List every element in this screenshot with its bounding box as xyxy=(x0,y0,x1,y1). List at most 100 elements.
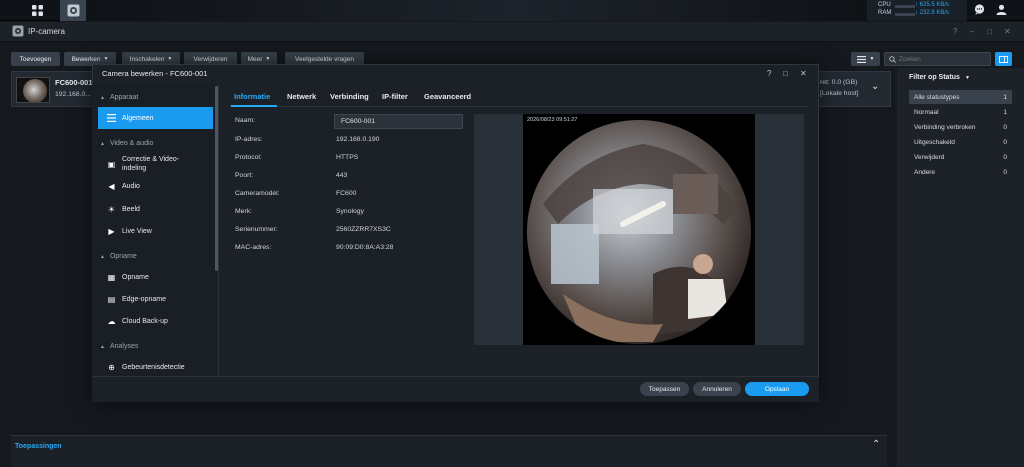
grid-icon xyxy=(31,5,43,16)
nav-item-image[interactable]: ☀ Beeld xyxy=(98,198,213,220)
tab-connection[interactable]: Verbinding xyxy=(330,92,369,101)
port-value: 443 xyxy=(336,172,348,179)
model-value: FC600 xyxy=(336,190,357,197)
tab-information[interactable]: Informatie xyxy=(234,92,270,101)
chevron-up-icon: ▲ xyxy=(100,253,105,260)
app-close-button[interactable]: ✕ xyxy=(1004,27,1011,36)
camera-preview xyxy=(523,114,755,345)
dialog-maximize-button[interactable]: □ xyxy=(783,69,788,78)
main-menu-button[interactable] xyxy=(24,0,50,21)
chevron-down-icon: ▼ xyxy=(869,56,875,62)
nav-item-cloud-backup[interactable]: ☁ Cloud Back-up xyxy=(98,310,213,332)
camera-name: FC600-001 xyxy=(55,78,93,87)
app-minimize-button[interactable]: – xyxy=(970,27,974,36)
ram-bar xyxy=(895,13,915,16)
nav-scrollbar[interactable] xyxy=(215,86,218,271)
tab-ip-filter[interactable]: IP-filter xyxy=(382,92,408,101)
panel-icon xyxy=(999,55,1008,63)
filter-title-label: Filter op Status xyxy=(909,74,960,81)
chevron-down-icon: ▼ xyxy=(265,56,271,62)
filter-item-normal[interactable]: Normaal 1 xyxy=(909,105,1012,119)
apply-button-label: Toepassen xyxy=(648,385,681,393)
nav-item-audio[interactable]: ◀ Audio xyxy=(98,175,213,197)
app-maximize-button[interactable]: □ xyxy=(987,27,992,36)
chevron-up-icon: ▲ xyxy=(100,343,105,350)
chevron-down-icon: ▼ xyxy=(964,75,970,81)
chevron-down-icon: ▼ xyxy=(103,56,109,62)
dialog-help-button[interactable]: ? xyxy=(767,69,771,78)
brightness-icon: ☀ xyxy=(107,204,116,214)
filter-label: Uitgeschakeld xyxy=(914,138,955,146)
enable-button-label: Inschakelen xyxy=(129,55,165,63)
filter-item-deleted[interactable]: Verwijderd 0 xyxy=(909,150,1012,164)
filter-count: 0 xyxy=(1003,138,1007,146)
speaker-icon: ◀ xyxy=(108,181,115,191)
ip-label: IP-adres: xyxy=(235,136,263,143)
serial-label: Serienummer: xyxy=(235,226,278,233)
toggle-filter-panel-button[interactable] xyxy=(995,52,1012,66)
add-button-label: Toevoegen xyxy=(19,55,52,63)
nav-item-general[interactable]: Algemeen xyxy=(98,107,213,129)
view-mode-button[interactable]: ▼ xyxy=(851,52,880,66)
tab-advanced[interactable]: Geavanceerd xyxy=(424,92,471,101)
chat-icon xyxy=(974,4,985,15)
user-button[interactable] xyxy=(996,4,1007,17)
brand-value: Synology xyxy=(336,208,364,215)
protocol-label: Protocol: xyxy=(235,154,262,161)
filter-item-disabled[interactable]: Uitgeschakeld 0 xyxy=(909,135,1012,149)
tab-divider xyxy=(229,106,809,107)
nav-section-recording[interactable]: ▲ Opname xyxy=(100,253,137,260)
applications-title[interactable]: Toepassingen xyxy=(15,443,62,450)
nav-item-correction[interactable]: ▣ Correctie & Video-indeling xyxy=(98,152,213,176)
nav-section-device[interactable]: ▲ Apparaat xyxy=(100,94,138,101)
save-button[interactable]: Opslaan xyxy=(745,382,809,396)
filter-label: Andere xyxy=(914,168,935,176)
search-box[interactable] xyxy=(884,52,991,66)
filter-item-other[interactable]: Andere 0 xyxy=(909,165,1012,179)
filter-item-disconnected[interactable]: Verbinding verbroken 0 xyxy=(909,120,1012,134)
more-button-label: Meer xyxy=(247,55,263,63)
tab-network[interactable]: Netwerk xyxy=(287,92,316,101)
chevron-up-icon: ▲ xyxy=(100,94,105,101)
dialog-title: Camera bewerken - FC600-001 xyxy=(102,69,208,78)
ram-label: RAM xyxy=(878,10,892,16)
app-icon xyxy=(12,25,24,39)
filter-item-all[interactable]: Alle statustypes 1 xyxy=(909,90,1012,104)
edit-button-label: Bewerken xyxy=(71,55,101,63)
app-help-button[interactable]: ? xyxy=(953,27,957,36)
save-button-label: Opslaan xyxy=(764,385,790,393)
nav-item-edge-recording[interactable]: ▤ Edge-opname xyxy=(98,288,213,310)
nav-item-label: Correctie & Video-indeling xyxy=(122,156,180,172)
system-monitor-widget[interactable]: CPU ↑ 625.5 KB/s RAM ↓ 232.8 KB/s xyxy=(867,0,967,21)
filter-title[interactable]: Filter op Status ▼ xyxy=(909,74,970,81)
name-input[interactable] xyxy=(334,114,463,129)
serial-value: 2560ZZRR7XS3C xyxy=(336,226,391,233)
dialog-close-button[interactable]: ✕ xyxy=(800,69,807,78)
notification-button[interactable] xyxy=(974,4,985,17)
chevron-down-icon: ▼ xyxy=(167,56,173,62)
nav-item-event-detection[interactable]: ⊕ Gebeurtenisdetectie xyxy=(98,356,213,378)
mac-label: MAC-adres: xyxy=(235,244,272,251)
nav-item-label: Live View xyxy=(122,227,152,235)
nav-item-recording[interactable]: ▦ Opname xyxy=(98,266,213,288)
apply-button[interactable]: Toepassen xyxy=(640,382,689,396)
nav-section-label: Opname xyxy=(109,253,137,260)
card-expand-chevron-icon[interactable]: ⌄ xyxy=(871,81,879,92)
nav-item-label: Audio xyxy=(122,182,140,190)
app-titlebar xyxy=(0,22,1024,42)
cancel-button[interactable]: Annuleren xyxy=(693,382,741,396)
search-input[interactable] xyxy=(899,54,989,64)
add-button[interactable]: Toevoegen xyxy=(11,52,60,66)
filter-label: Verwijderd xyxy=(914,153,945,161)
cpu-bar xyxy=(895,5,915,8)
chevron-up-icon[interactable]: ⌃ xyxy=(872,439,880,450)
nav-item-label: Gebeurtenisdetectie xyxy=(122,363,185,371)
port-label: Poort: xyxy=(235,172,254,179)
mac-value: 90:09:D0:8A:A3:28 xyxy=(336,244,394,251)
nav-section-analyses[interactable]: ▲ Analyses xyxy=(100,343,138,350)
camera-app-taskbar-button[interactable] xyxy=(60,0,86,21)
nav-item-live-view[interactable]: ▶ Live View xyxy=(98,220,213,242)
nav-section-label: Apparaat xyxy=(109,94,139,101)
nav-section-video-audio[interactable]: ▲ Video & audio xyxy=(100,140,153,147)
nav-section-label: Video & audio xyxy=(109,140,154,147)
